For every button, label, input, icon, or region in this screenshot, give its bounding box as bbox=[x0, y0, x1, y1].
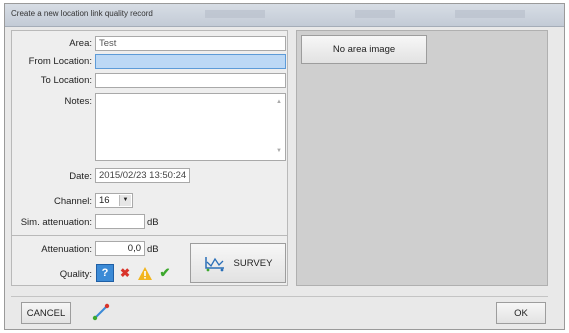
title-bar-background-blur-2 bbox=[355, 10, 395, 18]
sim-attenuation-label: Sim. attenuation: bbox=[20, 217, 92, 228]
title-bar-background-blur-3 bbox=[455, 10, 525, 18]
attenuation-field[interactable]: 0,0 bbox=[95, 241, 145, 256]
channel-label: Channel: bbox=[53, 196, 92, 207]
from-location-field[interactable] bbox=[95, 54, 286, 69]
attenuation-unit: dB bbox=[147, 244, 159, 255]
survey-chart-icon bbox=[204, 257, 224, 272]
ok-button[interactable]: OK bbox=[496, 302, 546, 324]
scroll-down-icon[interactable]: ▼ bbox=[276, 145, 282, 158]
area-label: Area: bbox=[69, 38, 92, 49]
channel-value: 16 bbox=[99, 195, 110, 206]
quality-label: Quality: bbox=[59, 269, 92, 280]
to-location-field[interactable] bbox=[95, 73, 286, 88]
survey-label: SURVEY bbox=[233, 257, 273, 269]
sim-attenuation-unit: dB bbox=[147, 217, 159, 228]
area-field[interactable]: Test bbox=[95, 36, 286, 51]
notes-textarea[interactable]: ▲ ▼ bbox=[95, 93, 286, 161]
date-field: 2015/02/23 13:50:24 bbox=[95, 168, 190, 183]
sim-attenuation-field[interactable] bbox=[95, 214, 145, 229]
scroll-up-icon[interactable]: ▲ bbox=[276, 96, 282, 109]
chevron-down-icon[interactable]: ▼ bbox=[119, 195, 131, 206]
area-image-panel: No area image bbox=[296, 30, 548, 286]
survey-button[interactable]: SURVEY bbox=[190, 243, 286, 283]
check-icon[interactable]: ✔ bbox=[156, 264, 174, 282]
from-location-label: From Location: bbox=[28, 56, 92, 67]
question-icon[interactable]: ? bbox=[96, 264, 114, 282]
attenuation-label: Attenuation: bbox=[41, 244, 92, 255]
title-bar: Create a new location link quality recor… bbox=[5, 4, 564, 27]
date-label: Date: bbox=[69, 171, 92, 182]
quality-selector: ? ✖ ✔ bbox=[96, 264, 174, 282]
to-location-label: To Location: bbox=[40, 75, 92, 86]
warning-icon[interactable] bbox=[136, 264, 154, 282]
notes-label: Notes: bbox=[64, 96, 92, 107]
cross-icon[interactable]: ✖ bbox=[116, 264, 134, 282]
form-separator bbox=[12, 235, 288, 236]
title-bar-background-blur bbox=[205, 10, 265, 18]
pencil-tool-icon[interactable] bbox=[90, 301, 112, 323]
cancel-button[interactable]: CANCEL bbox=[21, 302, 71, 324]
no-area-image-button[interactable]: No area image bbox=[301, 35, 427, 64]
channel-select[interactable]: 16 ▼ bbox=[95, 193, 133, 208]
window-title: Create a new location link quality recor… bbox=[11, 9, 153, 18]
